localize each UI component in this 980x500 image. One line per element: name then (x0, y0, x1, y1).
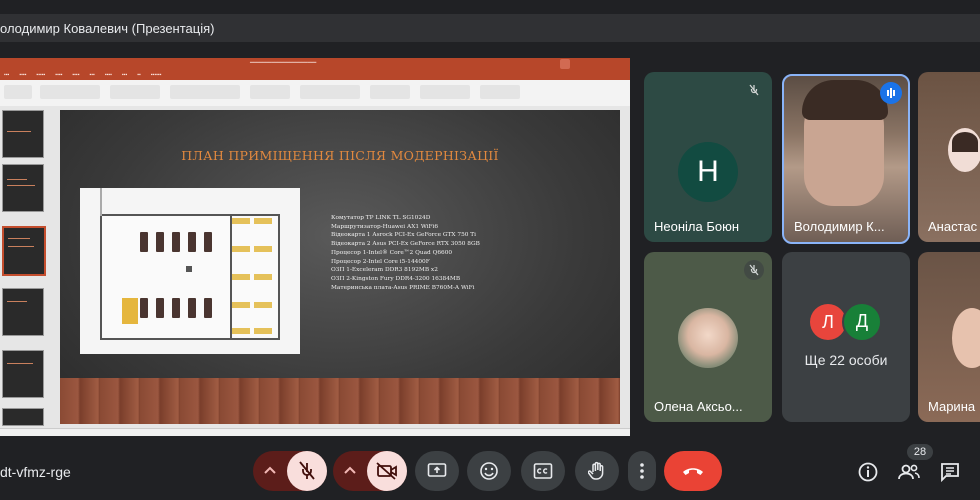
participant-name: Неоніла Боюн (654, 219, 740, 234)
chevron-up-icon (264, 466, 276, 474)
slide-thumbnails (0, 106, 52, 428)
present-screen-icon (427, 463, 447, 477)
slide-editor: ПЛАН ПРИМІЩЕННЯ ПІСЛЯ МОДЕРНІЗАЦІЇ Комут… (52, 106, 630, 428)
avatar: Д (842, 302, 882, 342)
participant-name: Анастас (928, 219, 978, 234)
participant-tile-olena[interactable]: Олена Аксьо... (644, 252, 772, 422)
participant-tile-volodymyr[interactable]: Володимир К... (782, 74, 910, 244)
slide-thumbnail[interactable] (2, 350, 44, 398)
spec-line: Маршрутизатор-Huawei AX1 WiFi6 (331, 223, 439, 230)
speaking-indicator-icon (880, 82, 902, 104)
more-options-button[interactable] (628, 451, 656, 491)
meeting-info-button[interactable] (856, 460, 880, 484)
more-vert-icon (640, 463, 644, 479)
top-strip (0, 0, 980, 14)
participant-tile-anastasia[interactable]: Анастас (918, 72, 980, 242)
spec-line: ОЗП 2-Kingston Fury DDR4-3200 16384MB (331, 275, 461, 282)
participant-tile-neonila[interactable]: Н Неоніла Боюн (644, 72, 772, 242)
participant-tile-maryna[interactable]: Марина (918, 252, 980, 422)
ribbon-tabs: ▪▪▪ ▪▪▪▪ ▪▪▪▪▪ ▪▪▪▪ ▪▪▪▪ ▪▪▪ ▪▪▪▪ ▪▪▪ ▪▪ ▪▪▪▪▪▪ (0, 70, 630, 80)
presenter-title-bar: олодимир Ковалевич (Презентація) (0, 14, 980, 42)
camera-options-button[interactable] (333, 451, 367, 491)
camera-control (333, 451, 407, 491)
slide-thumbnail-selected[interactable] (2, 226, 46, 276)
spec-line: Відеокарта 1 Asrock PCI-Ex GeForce GTX 7… (331, 232, 477, 239)
camera-toggle-button[interactable] (367, 451, 407, 491)
floor-plan-image (80, 188, 300, 354)
call-end-icon (683, 468, 703, 475)
participant-name: Володимир К... (794, 219, 885, 234)
spec-line: Процесор 2-Intel Core i5-14400F (331, 258, 430, 265)
app-title-text: ━━━━━━━━━━━━━━━━━━━━━━ (250, 60, 317, 66)
slide-thumbnail[interactable] (2, 288, 44, 336)
spec-line: ОЗП 1-Exceleram DDR3 8192MB x2 (331, 267, 438, 274)
info-icon (858, 462, 878, 482)
people-icon (898, 464, 920, 480)
presenter-title: олодимир Ковалевич (Презентація) (0, 20, 215, 36)
chevron-up-icon (344, 466, 356, 474)
shared-screen: ━━━━━━━━━━━━━━━━━━━━━━ ▪▪▪ ▪▪▪▪ ▪▪▪▪▪ ▪▪▪▪ ▪… (0, 58, 630, 436)
mic-options-button[interactable] (253, 451, 287, 491)
spec-line: Процесор 1-Intel® Core™2 Quad Q6600 (331, 249, 453, 256)
mic-control (253, 451, 327, 491)
mic-toggle-button[interactable] (287, 451, 327, 491)
slide-thumbnail[interactable] (2, 110, 44, 158)
participant-name: Олена Аксьо... (654, 399, 743, 414)
slide-thumbnail[interactable] (2, 164, 44, 212)
meeting-code: dt-vfmz-rge (0, 464, 71, 480)
people-button[interactable] (896, 460, 922, 484)
spec-line: Комутатор TP LINK TL SG1024D (331, 215, 431, 221)
spec-line: Материнська плата-Asus PRIME B760M-A WiF… (331, 284, 475, 291)
mic-off-icon (299, 461, 315, 480)
mic-off-icon (744, 80, 764, 100)
emoji-icon (480, 462, 498, 480)
present-button[interactable] (415, 451, 459, 491)
raise-hand-button[interactable] (575, 451, 619, 491)
participant-name: Марина (928, 399, 976, 414)
camera-off-icon (376, 462, 397, 480)
more-participants-label: Ще 22 особи (804, 352, 888, 368)
spec-line: Відеокарта 2 Asus PCI-Ex GeForce RTX 305… (331, 241, 480, 248)
app-title-bar: ━━━━━━━━━━━━━━━━━━━━━━ (0, 58, 630, 70)
participant-tile-others[interactable]: Л Д Ще 22 особи (782, 252, 910, 422)
captions-icon (533, 463, 553, 479)
app-status-bar (0, 428, 630, 436)
ribbon-toolbar (0, 80, 630, 107)
captions-button[interactable] (521, 451, 565, 491)
people-count-badge: 28 (907, 444, 933, 460)
slide-thumbnail[interactable] (2, 408, 44, 426)
spec-list: Комутатор TP LINK TL SG1024D Маршрутизат… (331, 214, 480, 292)
mic-off-icon (744, 260, 764, 280)
avatar (678, 308, 738, 368)
avatar (952, 308, 980, 368)
leave-call-button[interactable] (664, 451, 722, 491)
avatar: Л (810, 304, 846, 340)
slide-floor-background (60, 378, 620, 424)
chat-button[interactable] (938, 460, 962, 484)
app-user-icon (560, 59, 570, 69)
slide-title: ПЛАН ПРИМІЩЕННЯ ПІСЛЯ МОДЕРНІЗАЦІЇ (181, 148, 499, 163)
avatar: Н (678, 142, 738, 202)
reactions-button[interactable] (467, 451, 511, 491)
chat-icon (941, 463, 959, 483)
hand-icon (588, 461, 604, 480)
current-slide: ПЛАН ПРИМІЩЕННЯ ПІСЛЯ МОДЕРНІЗАЦІЇ Комут… (60, 110, 620, 424)
